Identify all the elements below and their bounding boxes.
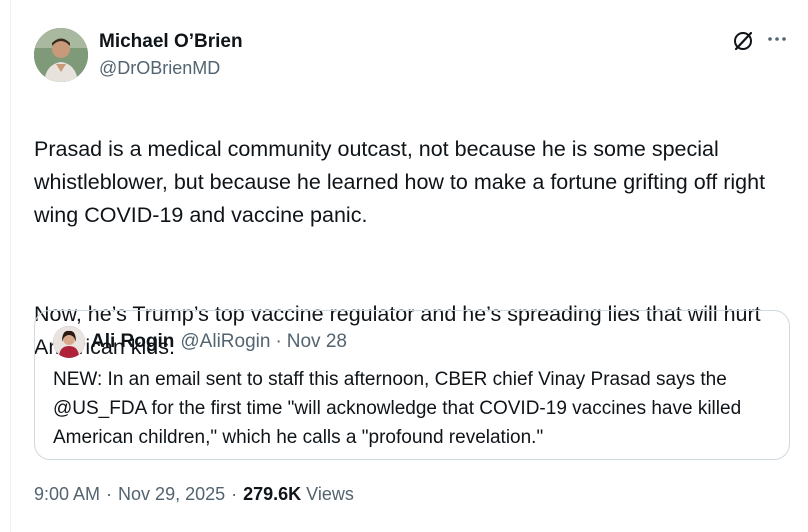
- meta-separator: ·: [106, 484, 113, 504]
- author-handle[interactable]: @DrOBrienMD: [99, 56, 243, 80]
- quoted-separator: ·: [275, 331, 282, 352]
- left-divider: [10, 0, 11, 532]
- quoted-tweet-text: NEW: In an email sent to staff this afte…: [53, 369, 742, 448]
- quoted-tweet[interactable]: Ali Rogin @AliRogin · Nov 28 NEW: In an …: [34, 310, 790, 460]
- quoted-author-display-name[interactable]: Ali Rogin: [91, 331, 174, 353]
- author-avatar[interactable]: [34, 28, 88, 82]
- tweet-meta: 9:00 AM · Nov 29, 2025 · 279.6K Views: [34, 484, 354, 505]
- grok-icon[interactable]: [732, 30, 754, 52]
- more-icon[interactable]: [766, 28, 788, 50]
- views-count[interactable]: 279.6K: [243, 484, 301, 505]
- tweet-time[interactable]: 9:00 AM: [34, 484, 100, 505]
- author-display-name[interactable]: Michael O’Brien: [99, 30, 243, 54]
- quoted-author-handle[interactable]: @AliRogin: [180, 331, 270, 353]
- quoted-date[interactable]: Nov 28: [287, 331, 347, 353]
- meta-separator: ·: [231, 484, 238, 504]
- tweet-header: Michael O’Brien @DrOBrienMD: [34, 26, 794, 82]
- views-label: Views: [306, 484, 354, 504]
- tweet-date[interactable]: Nov 29, 2025: [118, 484, 225, 505]
- tweet-paragraph: Prasad is a medical community outcast, n…: [34, 137, 766, 227]
- quoted-tweet-header: Ali Rogin @AliRogin · Nov 28: [53, 325, 775, 359]
- tweet: Michael O’Brien @DrOBrienMD Prasad is a …: [34, 26, 794, 504]
- quoted-author-avatar[interactable]: [53, 326, 85, 358]
- author-names: Michael O’Brien @DrOBrienMD: [99, 30, 243, 80]
